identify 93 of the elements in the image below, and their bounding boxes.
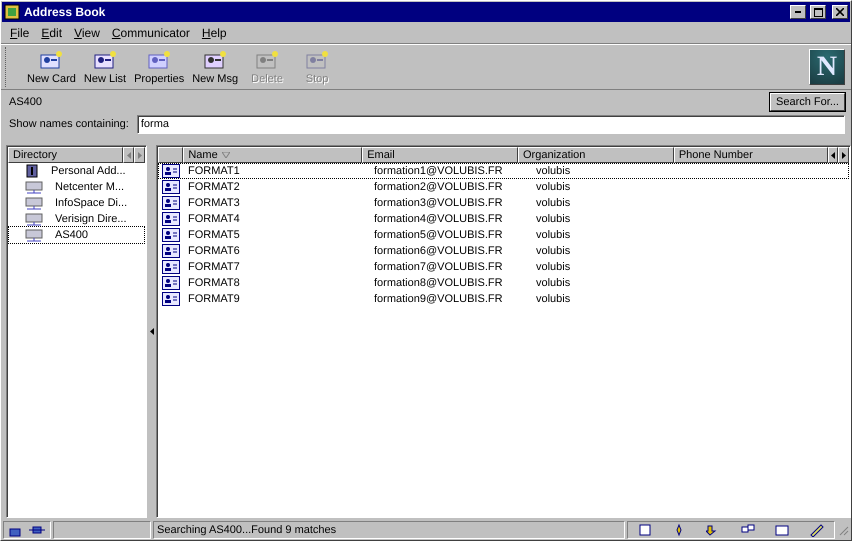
name-cell-text: FORMAT8	[187, 277, 241, 289]
left-arrow-icon	[126, 152, 131, 158]
organization-cell-text: volubis	[535, 181, 572, 193]
email-cell-text: formation9@VOLUBIS.FR	[373, 293, 504, 305]
contact-card-icon	[162, 196, 180, 210]
maximize-icon	[814, 8, 822, 16]
organization-cell-text: volubis	[535, 245, 572, 257]
filter-label: Show names containing:	[9, 118, 129, 130]
column-header[interactable]: Email	[362, 147, 518, 163]
right-arrow-icon	[138, 152, 142, 158]
organization-cell-text: volubis	[535, 229, 572, 241]
column-header[interactable]: Phone Number	[674, 147, 828, 163]
name-cell-text: FORMAT6	[187, 245, 241, 257]
menu-item[interactable]: File	[5, 26, 34, 40]
plug-icon	[29, 526, 45, 534]
contact-card-icon	[162, 228, 180, 242]
menu-item[interactable]: View	[69, 26, 105, 40]
scroll-left-button[interactable]	[123, 147, 134, 163]
email-cell-text: formation2@VOLUBIS.FR	[373, 181, 504, 193]
contact-row[interactable]: FORMAT5 formation5@VOLUBIS.FR volubis	[158, 227, 849, 243]
contact-row[interactable]: FORMAT7 formation7@VOLUBIS.FR volubis	[158, 259, 849, 275]
contact-row[interactable]: FORMAT1 formation1@VOLUBIS.FR volubis	[158, 163, 849, 179]
contact-card-icon	[162, 292, 180, 306]
organization-cell-text: volubis	[535, 165, 572, 177]
contact-row[interactable]: FORMAT8 formation8@VOLUBIS.FR volubis	[158, 275, 849, 291]
column-header[interactable]: Name	[183, 147, 362, 163]
name-cell-text: FORMAT5	[187, 229, 241, 241]
name-cell-text: FORMAT3	[187, 197, 241, 209]
close-icon	[836, 8, 844, 16]
logo: N	[809, 49, 845, 85]
right-arrow-icon	[842, 152, 846, 158]
directory-item[interactable]: Netcenter M...	[9, 179, 144, 195]
email-cell-text: formation1@VOLUBIS.FR	[373, 165, 504, 177]
contact-card-icon	[162, 180, 180, 194]
email-cell-text: formation3@VOLUBIS.FR	[373, 197, 504, 209]
maximize-button[interactable]	[810, 5, 826, 19]
menu-item[interactable]: Help	[196, 26, 232, 40]
card-icon	[38, 49, 64, 71]
contact-card-icon	[162, 244, 180, 258]
contact-card-icon	[162, 164, 180, 178]
email-cell-text: formation6@VOLUBIS.FR	[373, 245, 504, 257]
organization-cell-text: volubis	[535, 293, 572, 305]
contact-card-icon	[162, 212, 180, 226]
name-cell-text: FORMAT2	[187, 181, 241, 193]
sort-arrow-icon	[222, 152, 230, 158]
organization-cell-text: volubis	[535, 261, 572, 273]
filter-field[interactable]: forma	[136, 114, 845, 134]
scroll-right-button[interactable]	[838, 147, 849, 163]
window-title: Address Book	[24, 5, 106, 19]
close-button[interactable]	[832, 5, 848, 19]
directory-item[interactable]: AS400	[9, 227, 144, 243]
contact-row[interactable]: FORMAT6 formation6@VOLUBIS.FR volubis	[158, 243, 849, 259]
email-cell-text: formation7@VOLUBIS.FR	[373, 261, 504, 273]
splitter-arrow-icon	[150, 328, 154, 335]
organization-cell-text: volubis	[535, 277, 572, 289]
status-text: Searching AS400...Found 9 matches	[157, 524, 336, 536]
left-arrow-icon	[831, 152, 836, 158]
directory-item[interactable]: Personal Add...	[9, 163, 144, 179]
email-cell-text: formation4@VOLUBIS.FR	[373, 213, 504, 225]
resize-grip-icon	[837, 524, 849, 536]
scroll-left-button[interactable]	[828, 147, 838, 163]
contact-row[interactable]: FORMAT4 formation4@VOLUBIS.FR volubis	[158, 211, 849, 227]
minimize-icon	[795, 11, 801, 13]
name-cell-text: FORMAT7	[187, 261, 241, 273]
organization-cell-text: volubis	[535, 197, 572, 209]
directory-item[interactable]: InfoSpace Di...	[9, 195, 144, 211]
menu-item[interactable]: Edit	[36, 26, 68, 40]
name-cell-text: FORMAT1	[187, 165, 241, 177]
directory-label: AS400	[9, 96, 42, 108]
name-cell-text: FORMAT4	[187, 213, 241, 225]
directory-item[interactable]: Verisign Dire...	[9, 211, 144, 227]
email-cell-text: formation8@VOLUBIS.FR	[373, 277, 504, 289]
contact-row[interactable]: FORMAT3 formation3@VOLUBIS.FR volubis	[158, 195, 849, 211]
toolbar-button[interactable]: New Msg	[188, 49, 242, 85]
column-header[interactable]: Directory	[8, 147, 124, 163]
contact-card-icon	[162, 276, 180, 290]
name-cell-text: FORMAT9	[187, 293, 241, 305]
minimize-button[interactable]	[790, 5, 806, 19]
column-header[interactable]: Organization	[518, 147, 674, 163]
organization-cell-text: volubis	[535, 213, 572, 225]
menu-item[interactable]: Communicator	[106, 26, 195, 40]
toolbar-button[interactable]: New Card	[23, 49, 80, 85]
toolbar-button[interactable]: Properties	[130, 49, 188, 85]
search-button[interactable]: Search For...	[770, 93, 845, 111]
column-header[interactable]	[158, 147, 184, 163]
address-book-icon	[4, 4, 20, 20]
scroll-right-button[interactable]	[134, 147, 145, 163]
contact-row[interactable]: FORMAT9 formation9@VOLUBIS.FR volubis	[158, 291, 849, 307]
book-icon	[25, 164, 39, 178]
toolbar-button[interactable]: New List	[80, 49, 130, 85]
email-cell-text: formation5@VOLUBIS.FR	[373, 229, 504, 241]
contact-card-icon	[162, 260, 180, 274]
contact-row[interactable]: FORMAT2 formation2@VOLUBIS.FR volubis	[158, 179, 849, 195]
